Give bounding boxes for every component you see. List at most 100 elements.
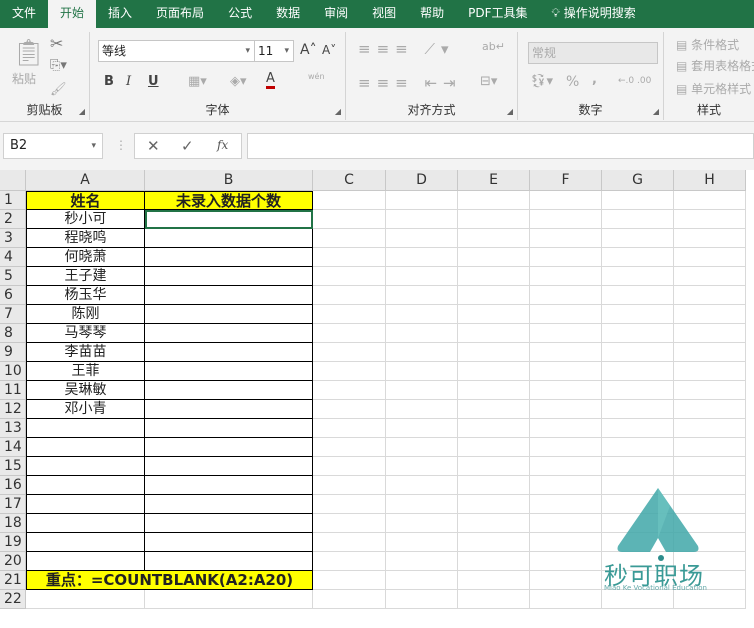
cell-D13[interactable] — [386, 419, 458, 438]
tab-data[interactable]: 数据 — [264, 0, 312, 28]
cell-A5[interactable]: 王子建 — [26, 267, 145, 286]
row-header-3[interactable]: 3 — [0, 229, 26, 248]
dialog-launcher-icon[interactable]: ◢ — [653, 107, 659, 116]
tab-help[interactable]: 帮助 — [408, 0, 456, 28]
column-header-F[interactable]: F — [530, 170, 602, 191]
name-box[interactable]: B2 ▾ — [3, 133, 103, 159]
cell-E15[interactable] — [458, 457, 530, 476]
italic-button[interactable]: I — [126, 74, 131, 89]
tab-insert[interactable]: 插入 — [96, 0, 144, 28]
cell-C9[interactable] — [313, 343, 386, 362]
select-all-button[interactable] — [0, 170, 26, 191]
cell-H3[interactable] — [674, 229, 746, 248]
row-header-10[interactable]: 10 — [0, 362, 26, 381]
cell-C12[interactable] — [313, 400, 386, 419]
cell-D17[interactable] — [386, 495, 458, 514]
cell-A4[interactable]: 何晓萧 — [26, 248, 145, 267]
merge-center-icon[interactable]: ⊟▾ — [480, 74, 497, 89]
cell-B19[interactable] — [145, 533, 313, 552]
cell-D4[interactable] — [386, 248, 458, 267]
decrease-font-icon[interactable]: A˅ — [322, 43, 336, 57]
row-header-5[interactable]: 5 — [0, 267, 26, 286]
cell-F5[interactable] — [530, 267, 602, 286]
row-header-15[interactable]: 15 — [0, 457, 26, 476]
cell-C1[interactable] — [313, 191, 386, 210]
cell-G7[interactable] — [602, 305, 674, 324]
dialog-launcher-icon[interactable]: ◢ — [507, 107, 513, 116]
cell-G12[interactable] — [602, 400, 674, 419]
cell-D11[interactable] — [386, 381, 458, 400]
tab-file[interactable]: 文件 — [0, 0, 48, 28]
cell-D3[interactable] — [386, 229, 458, 248]
comma-button[interactable]: , — [592, 72, 597, 87]
cell-H7[interactable] — [674, 305, 746, 324]
cell-A11[interactable]: 吴琳敏 — [26, 381, 145, 400]
cell-G8[interactable] — [602, 324, 674, 343]
cell-A17[interactable] — [26, 495, 145, 514]
format-table-button[interactable]: ▤ 套用表格格式 — [676, 57, 754, 74]
cell-G2[interactable] — [602, 210, 674, 229]
cell-F8[interactable] — [530, 324, 602, 343]
conditional-format-button[interactable]: ▤ 条件格式 — [676, 36, 739, 53]
cell-F19[interactable] — [530, 533, 602, 552]
cell-C17[interactable] — [313, 495, 386, 514]
cell-A6[interactable]: 杨玉华 — [26, 286, 145, 305]
row-header-17[interactable]: 17 — [0, 495, 26, 514]
cell-A14[interactable] — [26, 438, 145, 457]
font-name-select[interactable]: 等线 ▾ — [98, 40, 255, 62]
cut-icon[interactable]: ✂ — [50, 34, 63, 53]
enter-icon[interactable]: ✓ — [181, 137, 194, 155]
row-header-4[interactable]: 4 — [0, 248, 26, 267]
cell-E14[interactable] — [458, 438, 530, 457]
underline-button[interactable]: U — [148, 74, 159, 89]
cell-F2[interactable] — [530, 210, 602, 229]
font-size-select[interactable]: 11 ▾ — [254, 40, 294, 62]
currency-icon[interactable]: 💱︎▾ — [530, 74, 553, 89]
cell-H14[interactable] — [674, 438, 746, 457]
column-header-H[interactable]: H — [674, 170, 746, 191]
cell-E4[interactable] — [458, 248, 530, 267]
cell-C20[interactable] — [313, 552, 386, 571]
cell-H5[interactable] — [674, 267, 746, 286]
cell-F9[interactable] — [530, 343, 602, 362]
column-header-B[interactable]: B — [145, 170, 313, 191]
cell-G6[interactable] — [602, 286, 674, 305]
cell-D15[interactable] — [386, 457, 458, 476]
cell-F15[interactable] — [530, 457, 602, 476]
column-header-D[interactable]: D — [386, 170, 458, 191]
phonetic-button[interactable]: wén — [308, 72, 325, 81]
row-header-22[interactable]: 22 — [0, 590, 26, 609]
cell-F20[interactable] — [530, 552, 602, 571]
cell-C21[interactable] — [313, 571, 386, 590]
cell-E20[interactable] — [458, 552, 530, 571]
cell-F7[interactable] — [530, 305, 602, 324]
cell-D16[interactable] — [386, 476, 458, 495]
row-header-13[interactable]: 13 — [0, 419, 26, 438]
cell-D18[interactable] — [386, 514, 458, 533]
cell-E19[interactable] — [458, 533, 530, 552]
bold-button[interactable]: B — [104, 74, 114, 89]
cell-A7[interactable]: 陈刚 — [26, 305, 145, 324]
column-header-E[interactable]: E — [458, 170, 530, 191]
cell-A1[interactable]: 姓名 — [26, 191, 145, 210]
cell-A12[interactable]: 邓小青 — [26, 400, 145, 419]
horizontal-align-icons[interactable]: ≡≡≡ ⇤⇥ — [358, 74, 462, 92]
row-header-1[interactable]: 1 — [0, 191, 26, 210]
cell-G4[interactable] — [602, 248, 674, 267]
cell-A13[interactable] — [26, 419, 145, 438]
cell-B13[interactable] — [145, 419, 313, 438]
cell-D1[interactable] — [386, 191, 458, 210]
row-header-16[interactable]: 16 — [0, 476, 26, 495]
cell-F10[interactable] — [530, 362, 602, 381]
row-header-21[interactable]: 21 — [0, 571, 26, 590]
cell-H6[interactable] — [674, 286, 746, 305]
cell-E8[interactable] — [458, 324, 530, 343]
tab-page-layout[interactable]: 页面布局 — [144, 0, 216, 28]
cell-H9[interactable] — [674, 343, 746, 362]
cell-B10[interactable] — [145, 362, 313, 381]
cell-D21[interactable] — [386, 571, 458, 590]
row-header-11[interactable]: 11 — [0, 381, 26, 400]
column-header-C[interactable]: C — [313, 170, 386, 191]
cell-F13[interactable] — [530, 419, 602, 438]
cell-A9[interactable]: 李苗苗 — [26, 343, 145, 362]
